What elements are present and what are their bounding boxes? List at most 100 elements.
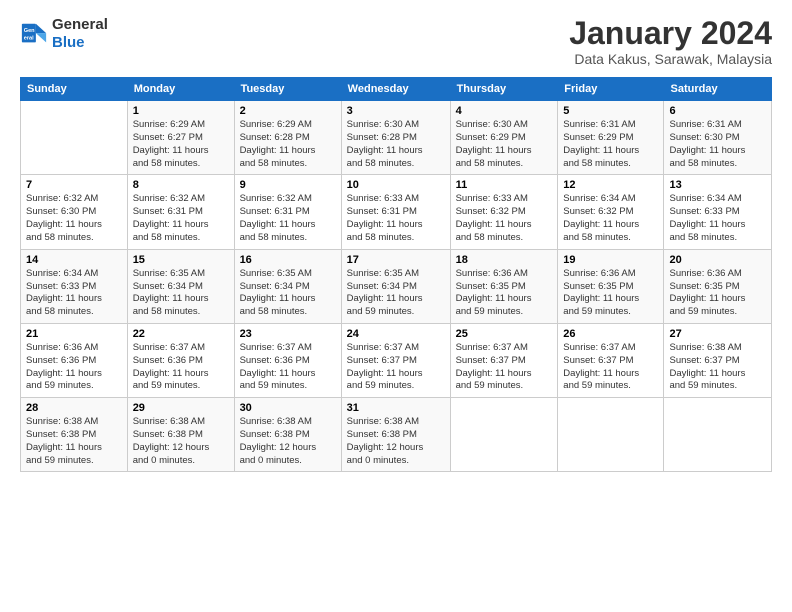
day-number: 18: [456, 254, 553, 266]
day-cell: 24 Sunrise: 6:37 AM Sunset: 6:37 PM Dayli…: [341, 323, 450, 397]
day-number: 25: [456, 328, 553, 340]
day-info: Sunrise: 6:36 AM Sunset: 6:35 PM Dayligh…: [456, 268, 553, 319]
day-cell: 26 Sunrise: 6:37 AM Sunset: 6:37 PM Dayli…: [558, 323, 664, 397]
day-number: 16: [240, 254, 336, 266]
day-info: Sunrise: 6:35 AM Sunset: 6:34 PM Dayligh…: [347, 268, 445, 319]
day-number: 2: [240, 105, 336, 117]
day-number: 29: [133, 402, 229, 414]
day-info: Sunrise: 6:36 AM Sunset: 6:35 PM Dayligh…: [669, 268, 766, 319]
day-info: Sunrise: 6:33 AM Sunset: 6:32 PM Dayligh…: [456, 193, 553, 244]
day-cell: 20Sunrise: 6:36 AM Sunset: 6:35 PM Dayli…: [664, 249, 772, 323]
day-cell: 19Sunrise: 6:36 AM Sunset: 6:35 PM Dayli…: [558, 249, 664, 323]
day-info: Sunrise: 6:38 AM Sunset: 6:38 PM Dayligh…: [240, 416, 336, 467]
page: Gen eral General Blue January 2024 Data …: [0, 0, 792, 482]
col-thursday: Thursday: [450, 78, 558, 101]
day-info: Sunrise: 6:30 AM Sunset: 6:29 PM Dayligh…: [456, 119, 553, 170]
day-number: 26: [563, 328, 658, 340]
day-info: Sunrise: 6:31 AM Sunset: 6:29 PM Dayligh…: [563, 119, 658, 170]
day-cell: 3 Sunrise: 6:30 AM Sunset: 6:28 PM Daylig…: [341, 101, 450, 175]
day-cell: 28 Sunrise: 6:38 AM Sunset: 6:38 PM Dayli…: [21, 398, 128, 472]
day-cell: 25 Sunrise: 6:37 AM Sunset: 6:37 PM Dayli…: [450, 323, 558, 397]
day-cell: 14 Sunrise: 6:34 AM Sunset: 6:33 PM Dayli…: [21, 249, 128, 323]
day-cell: [21, 101, 128, 175]
calendar-body: 1Sunrise: 6:29 AM Sunset: 6:27 PM Daylig…: [21, 101, 772, 472]
day-number: 8: [133, 179, 229, 191]
week-row-2: 7Sunrise: 6:32 AM Sunset: 6:30 PM Daylig…: [21, 175, 772, 249]
day-cell: 23Sunrise: 6:37 AM Sunset: 6:36 PM Dayli…: [234, 323, 341, 397]
day-info: Sunrise: 6:37 AM Sunset: 6:37 PM Dayligh…: [347, 342, 445, 393]
col-sunday: Sunday: [21, 78, 128, 101]
day-number: 28: [26, 402, 122, 414]
day-number: 24: [347, 328, 445, 340]
day-cell: 8 Sunrise: 6:32 AM Sunset: 6:31 PM Daylig…: [127, 175, 234, 249]
col-monday: Monday: [127, 78, 234, 101]
day-cell: 7Sunrise: 6:32 AM Sunset: 6:30 PM Daylig…: [21, 175, 128, 249]
day-cell: 5 Sunrise: 6:31 AM Sunset: 6:29 PM Daylig…: [558, 101, 664, 175]
svg-text:eral: eral: [24, 36, 34, 42]
day-cell: 30 Sunrise: 6:38 AM Sunset: 6:38 PM Dayli…: [234, 398, 341, 472]
day-info: Sunrise: 6:30 AM Sunset: 6:28 PM Dayligh…: [347, 119, 445, 170]
day-number: 19: [563, 254, 658, 266]
day-cell: [664, 398, 772, 472]
day-number: 12: [563, 179, 658, 191]
day-number: 5: [563, 105, 658, 117]
title-block: January 2024 Data Kakus, Sarawak, Malays…: [569, 16, 772, 67]
day-cell: 10 Sunrise: 6:33 AM Sunset: 6:31 PM Dayli…: [341, 175, 450, 249]
day-cell: 22Sunrise: 6:37 AM Sunset: 6:36 PM Dayli…: [127, 323, 234, 397]
day-info: Sunrise: 6:31 AM Sunset: 6:30 PM Dayligh…: [669, 119, 766, 170]
day-cell: 13 Sunrise: 6:34 AM Sunset: 6:33 PM Dayli…: [664, 175, 772, 249]
day-info: Sunrise: 6:34 AM Sunset: 6:33 PM Dayligh…: [26, 268, 122, 319]
logo-line2: Blue: [52, 34, 108, 52]
day-cell: 4 Sunrise: 6:30 AM Sunset: 6:29 PM Daylig…: [450, 101, 558, 175]
day-cell: 17 Sunrise: 6:35 AM Sunset: 6:34 PM Dayli…: [341, 249, 450, 323]
day-cell: 27Sunrise: 6:38 AM Sunset: 6:37 PM Dayli…: [664, 323, 772, 397]
logo-line1: General: [52, 16, 108, 34]
day-cell: [450, 398, 558, 472]
day-info: Sunrise: 6:34 AM Sunset: 6:32 PM Dayligh…: [563, 193, 658, 244]
calendar-table: Sunday Monday Tuesday Wednesday Thursday…: [20, 77, 772, 472]
day-info: Sunrise: 6:32 AM Sunset: 6:31 PM Dayligh…: [133, 193, 229, 244]
day-cell: 1Sunrise: 6:29 AM Sunset: 6:27 PM Daylig…: [127, 101, 234, 175]
calendar-title: January 2024: [569, 16, 772, 51]
week-row-5: 28 Sunrise: 6:38 AM Sunset: 6:38 PM Dayli…: [21, 398, 772, 472]
day-info: Sunrise: 6:32 AM Sunset: 6:31 PM Dayligh…: [240, 193, 336, 244]
day-cell: 18 Sunrise: 6:36 AM Sunset: 6:35 PM Dayli…: [450, 249, 558, 323]
day-number: 6: [669, 105, 766, 117]
day-number: 30: [240, 402, 336, 414]
day-info: Sunrise: 6:37 AM Sunset: 6:37 PM Dayligh…: [456, 342, 553, 393]
day-info: Sunrise: 6:33 AM Sunset: 6:31 PM Dayligh…: [347, 193, 445, 244]
logo: Gen eral General Blue: [20, 16, 108, 52]
day-number: 4: [456, 105, 553, 117]
day-number: 7: [26, 179, 122, 191]
day-info: Sunrise: 6:34 AM Sunset: 6:33 PM Dayligh…: [669, 193, 766, 244]
day-number: 13: [669, 179, 766, 191]
day-cell: 16Sunrise: 6:35 AM Sunset: 6:34 PM Dayli…: [234, 249, 341, 323]
day-cell: 6 Sunrise: 6:31 AM Sunset: 6:30 PM Daylig…: [664, 101, 772, 175]
day-info: Sunrise: 6:38 AM Sunset: 6:38 PM Dayligh…: [347, 416, 445, 467]
week-row-3: 14 Sunrise: 6:34 AM Sunset: 6:33 PM Dayli…: [21, 249, 772, 323]
header-row: Sunday Monday Tuesday Wednesday Thursday…: [21, 78, 772, 101]
day-cell: 12 Sunrise: 6:34 AM Sunset: 6:32 PM Dayli…: [558, 175, 664, 249]
day-info: Sunrise: 6:37 AM Sunset: 6:37 PM Dayligh…: [563, 342, 658, 393]
day-number: 9: [240, 179, 336, 191]
col-wednesday: Wednesday: [341, 78, 450, 101]
day-number: 10: [347, 179, 445, 191]
header: Gen eral General Blue January 2024 Data …: [20, 16, 772, 67]
day-info: Sunrise: 6:38 AM Sunset: 6:37 PM Dayligh…: [669, 342, 766, 393]
day-number: 1: [133, 105, 229, 117]
day-number: 14: [26, 254, 122, 266]
week-row-4: 21Sunrise: 6:36 AM Sunset: 6:36 PM Dayli…: [21, 323, 772, 397]
day-number: 3: [347, 105, 445, 117]
calendar-subtitle: Data Kakus, Sarawak, Malaysia: [569, 51, 772, 67]
col-tuesday: Tuesday: [234, 78, 341, 101]
day-number: 31: [347, 402, 445, 414]
logo-text-block: General Blue: [52, 16, 108, 52]
day-number: 11: [456, 179, 553, 191]
day-info: Sunrise: 6:38 AM Sunset: 6:38 PM Dayligh…: [26, 416, 122, 467]
day-info: Sunrise: 6:38 AM Sunset: 6:38 PM Dayligh…: [133, 416, 229, 467]
day-info: Sunrise: 6:29 AM Sunset: 6:28 PM Dayligh…: [240, 119, 336, 170]
day-number: 17: [347, 254, 445, 266]
day-cell: 21Sunrise: 6:36 AM Sunset: 6:36 PM Dayli…: [21, 323, 128, 397]
day-cell: [558, 398, 664, 472]
day-cell: 29 Sunrise: 6:38 AM Sunset: 6:38 PM Dayli…: [127, 398, 234, 472]
